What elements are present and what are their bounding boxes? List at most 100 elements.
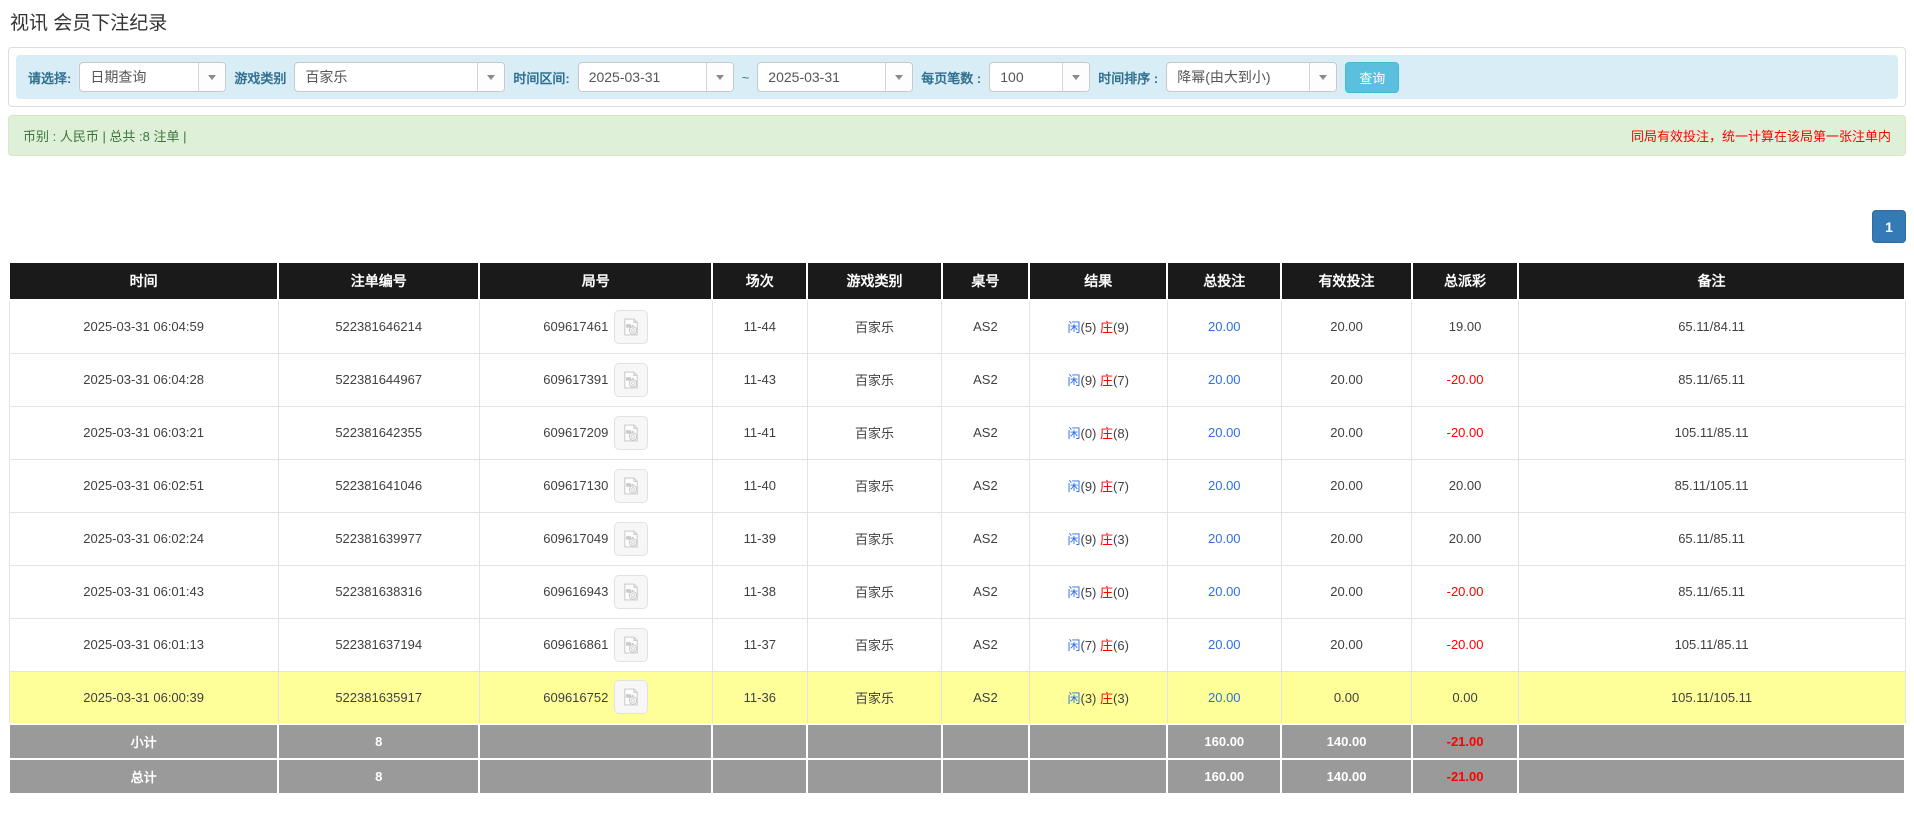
cell-valid-bet: 20.00 — [1281, 512, 1412, 565]
cell-valid-bet: 20.00 — [1281, 618, 1412, 671]
video-replay-button[interactable] — [614, 522, 648, 556]
time-sort-select[interactable]: 降幂(由大到小) — [1166, 62, 1337, 92]
game-type-select[interactable]: 百家乐 — [294, 62, 505, 92]
summary-valid-bet: 140.00 — [1281, 724, 1412, 759]
time-sort-value: 降幂(由大到小) — [1167, 67, 1309, 87]
cell-total-bet: 20.00 — [1167, 459, 1281, 512]
cell-remark: 65.11/85.11 — [1518, 512, 1905, 565]
total-bet-link[interactable]: 20.00 — [1208, 478, 1241, 493]
total-bet-link[interactable]: 20.00 — [1208, 425, 1241, 440]
chevron-down-icon[interactable] — [1309, 63, 1336, 91]
cell-bet-id: 522381637194 — [278, 618, 479, 671]
chevron-down-icon[interactable] — [1062, 63, 1089, 91]
player-score: (7) — [1081, 638, 1101, 653]
summary-table — [942, 724, 1029, 759]
cell-result: 闲(5) 庄(0) — [1029, 565, 1167, 618]
cell-session: 11-38 — [712, 565, 807, 618]
cell-game-type: 百家乐 — [807, 565, 942, 618]
col-total-bet: 总投注 — [1167, 262, 1281, 300]
cell-time: 2025-03-31 06:02:51 — [9, 459, 278, 512]
query-button[interactable]: 查询 — [1345, 62, 1399, 93]
video-replay-button[interactable] — [614, 628, 648, 662]
video-replay-button[interactable] — [614, 363, 648, 397]
cell-table-no: AS2 — [942, 300, 1029, 353]
banker-score: (7) — [1113, 373, 1129, 388]
chevron-down-icon[interactable] — [198, 63, 225, 91]
query-type-select[interactable]: 日期查询 — [79, 62, 226, 92]
col-game-type: 游戏类别 — [807, 262, 942, 300]
video-replay-button[interactable] — [614, 575, 648, 609]
player-label: 闲 — [1067, 320, 1080, 335]
cell-payout: 0.00 — [1412, 671, 1518, 724]
cell-payout: 20.00 — [1412, 459, 1518, 512]
cell-valid-bet: 20.00 — [1281, 406, 1412, 459]
cell-round-id: 609617391 — [479, 353, 712, 406]
player-label: 闲 — [1067, 479, 1080, 494]
total-bet-link[interactable]: 20.00 — [1208, 637, 1241, 652]
chevron-down-icon[interactable] — [477, 63, 504, 91]
summary-remark — [1518, 759, 1905, 794]
cell-payout: 19.00 — [1412, 300, 1518, 353]
cell-result: 闲(0) 庄(8) — [1029, 406, 1167, 459]
video-replay-button[interactable] — [614, 469, 648, 503]
cell-total-bet: 20.00 — [1167, 512, 1281, 565]
date-from-select[interactable]: 2025-03-31 — [578, 62, 734, 92]
player-score: (9) — [1081, 532, 1101, 547]
table-row: 2025-03-31 06:04:59522381646214609617461… — [9, 300, 1905, 353]
video-replay-button[interactable] — [614, 416, 648, 450]
video-record-icon — [621, 635, 641, 655]
date-to-select[interactable]: 2025-03-31 — [757, 62, 913, 92]
banker-label: 庄 — [1100, 426, 1113, 441]
col-valid-bet: 有效投注 — [1281, 262, 1412, 300]
page-1-button[interactable]: 1 — [1872, 210, 1906, 243]
cell-valid-bet: 20.00 — [1281, 300, 1412, 353]
summary-round — [479, 724, 712, 759]
summary-result — [1029, 759, 1167, 794]
player-label: 闲 — [1067, 638, 1080, 653]
chevron-down-icon[interactable] — [706, 63, 733, 91]
table-row: 2025-03-31 06:01:13522381637194609616861… — [9, 618, 1905, 671]
banker-label: 庄 — [1100, 373, 1113, 388]
summary-label: 总计 — [9, 759, 278, 794]
summary-payout: -21.00 — [1412, 724, 1518, 759]
cell-round-id: 609617461 — [479, 300, 712, 353]
cell-table-no: AS2 — [942, 353, 1029, 406]
summary-row: 总计8160.00140.00-21.00 — [9, 759, 1905, 794]
chevron-down-icon[interactable] — [885, 63, 912, 91]
page-size-select[interactable]: 100 — [989, 62, 1090, 92]
cell-total-bet: 20.00 — [1167, 406, 1281, 459]
cell-session: 11-40 — [712, 459, 807, 512]
banker-score: (3) — [1113, 532, 1129, 547]
total-bet-link[interactable]: 20.00 — [1208, 319, 1241, 334]
summary-table — [942, 759, 1029, 794]
total-bet-link[interactable]: 20.00 — [1208, 584, 1241, 599]
banker-label: 庄 — [1100, 585, 1113, 600]
summary-label: 小计 — [9, 724, 278, 759]
cell-payout: 20.00 — [1412, 512, 1518, 565]
round-id-text: 609617391 — [543, 372, 608, 387]
total-bet-link[interactable]: 20.00 — [1208, 531, 1241, 546]
query-type-value: 日期查询 — [80, 67, 198, 87]
cell-game-type: 百家乐 — [807, 300, 942, 353]
player-score: (0) — [1081, 426, 1101, 441]
cell-bet-id: 522381635917 — [278, 671, 479, 724]
cell-valid-bet: 20.00 — [1281, 565, 1412, 618]
cell-time: 2025-03-31 06:04:59 — [9, 300, 278, 353]
video-replay-button[interactable] — [614, 310, 648, 344]
banker-score: (9) — [1113, 320, 1129, 335]
cell-total-bet: 20.00 — [1167, 565, 1281, 618]
cell-time: 2025-03-31 06:03:21 — [9, 406, 278, 459]
player-score: (9) — [1081, 479, 1101, 494]
total-bet-link[interactable]: 20.00 — [1208, 690, 1241, 705]
date-from-value: 2025-03-31 — [579, 69, 706, 85]
banker-label: 庄 — [1100, 532, 1113, 547]
player-score: (5) — [1081, 585, 1101, 600]
range-separator: ~ — [742, 70, 750, 85]
time-sort-label: 时间排序 : — [1098, 68, 1158, 87]
player-score: (3) — [1081, 691, 1101, 706]
summary-total-bet: 160.00 — [1167, 724, 1281, 759]
cell-round-id: 609616752 — [479, 671, 712, 724]
video-replay-button[interactable] — [614, 680, 648, 714]
video-record-icon — [621, 687, 641, 707]
total-bet-link[interactable]: 20.00 — [1208, 372, 1241, 387]
